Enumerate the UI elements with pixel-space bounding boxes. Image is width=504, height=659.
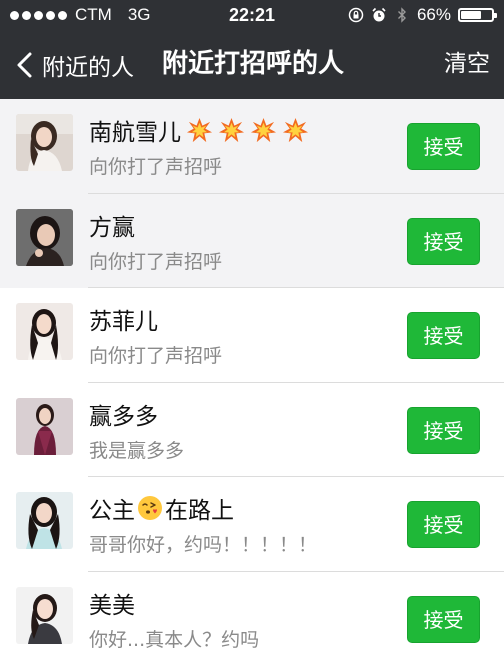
avatar[interactable] [16,397,73,455]
contact-name: 美美 [89,589,135,619]
contact-name: 南航雪儿 [89,116,309,146]
contact-name-text-part1: 公主 [89,498,135,524]
battery-percent: 66% [416,5,451,24]
accept-button[interactable]: 接受 [407,406,480,454]
accept-button[interactable]: 接受 [407,217,480,265]
list-item[interactable]: 赢多多 我是赢多多 接受 [0,382,504,477]
collision-emoji-icon [250,117,277,142]
contact-name-text: 方赢 [89,214,135,241]
contact-name-text: 南航雪儿 [89,120,181,146]
greeting-message: 向你打了声招呼 [89,345,223,367]
kissing-face-emoji-icon [138,496,162,520]
alarm-icon [372,7,386,22]
accept-button[interactable]: 接受 [407,501,480,548]
greeting-message: 向你打了声招呼 [89,156,223,178]
back-button[interactable]: 附近的人 [14,30,134,99]
list-item[interactable]: 公主 在路上 哥哥你好，约吗！！！！！ 接受 [0,477,504,572]
contact-name: 方赢 [89,211,135,241]
clear-button[interactable]: 清空 [444,30,490,99]
battery-icon [458,8,497,22]
contact-name-text: 美美 [89,592,135,619]
page-title: 附近打招呼的人 [162,49,345,79]
collision-emoji-icon [218,117,245,142]
nav-bar: 附近的人 附近打招呼的人 清空 [0,30,504,99]
collision-emoji-icon [282,117,309,142]
contact-name: 苏菲儿 [89,305,158,335]
avatar[interactable] [16,492,73,549]
status-right: 66% [348,0,497,30]
accept-button[interactable]: 接受 [407,312,480,359]
lock-rotation-icon [348,7,364,23]
chevron-left-icon [17,52,32,77]
collision-emoji-icon [186,117,213,142]
screen: CTM 3G 22:21 66% 附近的人 附近打招呼的人 清空 南航雪儿 向你… [0,0,504,659]
battery-fill [461,11,481,19]
contact-name-text-part2: 在路上 [165,498,234,524]
contact-name-text: 赢多多 [89,403,158,430]
greeting-message: 我是赢多多 [89,439,185,462]
accept-button[interactable]: 接受 [407,595,480,643]
list-item[interactable]: 方赢 向你打了声招呼 接受 [0,193,504,288]
back-button-label: 附近的人 [42,54,134,81]
app-header: CTM 3G 22:21 66% 附近的人 附近打招呼的人 清空 [0,0,504,99]
greeting-message: 你好...真本人？约吗 [89,628,260,651]
list-item[interactable]: 苏菲儿 向你打了声招呼 接受 [0,288,504,383]
avatar[interactable] [16,586,73,644]
contact-name: 公主 在路上 [89,494,234,524]
contact-name: 赢多多 [89,400,158,430]
greeting-message: 哥哥你好，约吗！！！！！ [89,534,318,556]
avatar[interactable] [16,208,73,266]
list-item[interactable]: 南航雪儿 向你打了声招呼 接受 [0,99,504,194]
accept-button[interactable]: 接受 [407,123,480,170]
greeting-list: 南航雪儿 向你打了声招呼 接受 方赢 向你打了声招呼 接受 苏菲儿 向你打了声招… [0,99,504,659]
greeting-message: 向你打了声招呼 [89,250,223,273]
status-bar: CTM 3G 22:21 66% [0,0,504,30]
avatar[interactable] [16,114,73,171]
contact-name-text: 苏菲儿 [89,309,158,335]
bluetooth-icon [397,7,406,23]
list-item[interactable]: 美美 你好...真本人？约吗 接受 [0,571,504,659]
avatar[interactable] [16,303,73,360]
